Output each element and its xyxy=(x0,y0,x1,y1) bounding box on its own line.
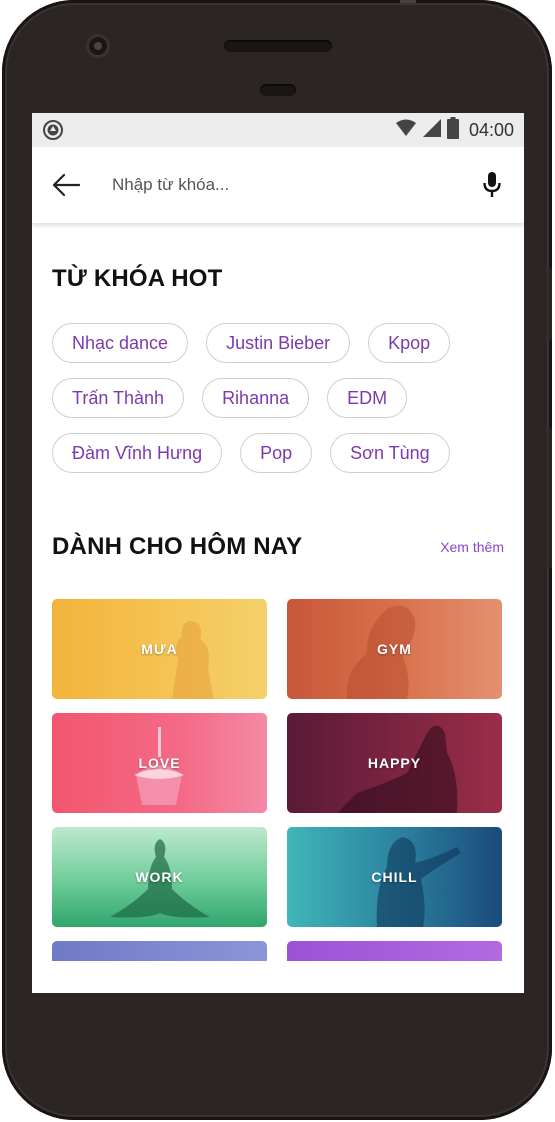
mood-grid: MƯA GYM LOVE HAPPY WORK CHILL xyxy=(52,599,504,961)
power-button xyxy=(548,268,552,340)
phone-frame: 04:00 TỪ KHÓA HOT Nhạc dance xyxy=(2,0,552,1120)
hot-keywords-title: TỪ KHÓA HOT xyxy=(52,265,223,292)
keyword-chip[interactable]: Sơn Tùng xyxy=(330,433,450,473)
microphone-icon[interactable] xyxy=(474,167,510,203)
battery-icon xyxy=(446,116,459,144)
keyword-chip[interactable]: EDM xyxy=(327,378,408,418)
mood-card-label: WORK xyxy=(135,869,184,885)
mood-card-work[interactable]: WORK xyxy=(52,827,267,927)
volume-button xyxy=(548,428,552,568)
proximity-sensor xyxy=(260,84,296,96)
main-content: TỪ KHÓA HOT Nhạc dance Justin Bieber Kpo… xyxy=(32,265,524,961)
keyword-chip[interactable]: Trấn Thành xyxy=(52,378,185,418)
status-time: 04:00 xyxy=(468,119,514,140)
mood-card-chill[interactable]: CHILL xyxy=(287,827,502,927)
mood-card-label: LOVE xyxy=(138,755,181,771)
today-header: DÀNH CHO HÔM NAY Xem thêm xyxy=(52,533,504,561)
mood-card-label: CHILL xyxy=(371,869,418,885)
top-button xyxy=(400,0,416,3)
mood-card-partial[interactable] xyxy=(287,941,502,961)
keyword-chip[interactable]: Pop xyxy=(240,433,313,473)
mood-card-partial[interactable] xyxy=(52,941,267,961)
search-input[interactable] xyxy=(112,175,474,195)
keyword-chip[interactable]: Justin Bieber xyxy=(206,323,351,363)
search-bar xyxy=(32,147,524,223)
keyword-chip[interactable]: Nhạc dance xyxy=(52,323,189,363)
front-camera xyxy=(86,34,110,58)
mood-card-label: MƯA xyxy=(141,641,178,657)
mood-card-label: GYM xyxy=(377,641,412,657)
hot-keywords-list: Nhạc dance Justin Bieber Kpop Trấn Thành… xyxy=(52,323,492,473)
location-icon xyxy=(42,119,64,141)
wifi-icon xyxy=(395,119,417,142)
mood-card-love[interactable]: LOVE xyxy=(52,713,267,813)
mood-card-rain[interactable]: MƯA xyxy=(52,599,267,699)
back-arrow-icon[interactable] xyxy=(48,167,84,203)
signal-icon xyxy=(422,118,441,142)
keyword-chip[interactable]: Rihanna xyxy=(202,378,310,418)
today-title: DÀNH CHO HÔM NAY xyxy=(52,533,303,560)
mood-card-gym[interactable]: GYM xyxy=(287,599,502,699)
status-bar: 04:00 xyxy=(32,113,524,147)
screen: 04:00 TỪ KHÓA HOT Nhạc dance xyxy=(32,113,524,993)
keyword-chip[interactable]: Đàm Vĩnh Hưng xyxy=(52,433,223,473)
earpiece-speaker xyxy=(224,40,332,52)
see-more-link[interactable]: Xem thêm xyxy=(440,539,504,555)
mood-card-label: HAPPY xyxy=(367,755,422,771)
keyword-chip[interactable]: Kpop xyxy=(368,323,451,363)
mood-card-happy[interactable]: HAPPY xyxy=(287,713,502,813)
